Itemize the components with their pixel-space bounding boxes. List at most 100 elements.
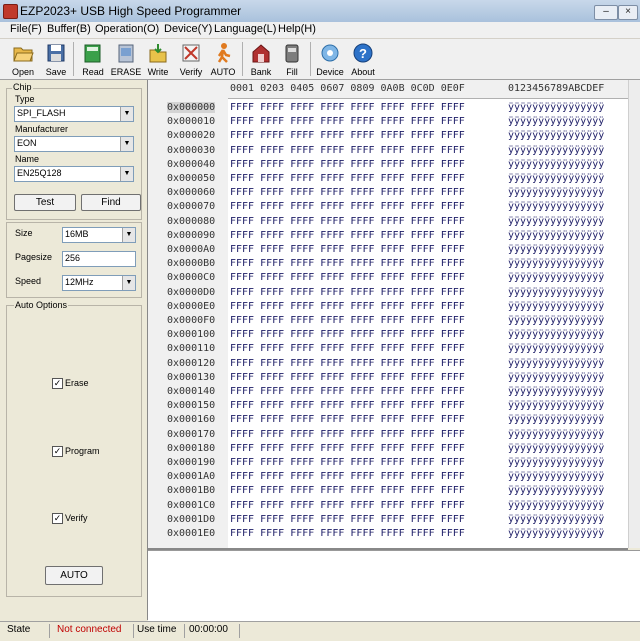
row-hex-data[interactable]: FFFF FFFF FFFF FFFF FFFF FFFF FFFF FFFF: [230, 343, 465, 354]
verify-button[interactable]: Verify: [175, 40, 207, 78]
row-ascii[interactable]: ÿÿÿÿÿÿÿÿÿÿÿÿÿÿÿÿ: [508, 457, 604, 468]
open-button[interactable]: Open: [7, 40, 39, 78]
table-row[interactable]: 0x000190 FFFF FFFF FFFF FFFF FFFF FFFF FF…: [148, 455, 628, 469]
row-ascii[interactable]: ÿÿÿÿÿÿÿÿÿÿÿÿÿÿÿÿ: [508, 500, 604, 511]
auto-button[interactable]: AUTO: [45, 566, 103, 585]
table-row[interactable]: 0x000000 FFFF FFFF FFFF FFFF FFFF FFFF FF…: [148, 100, 628, 114]
menu-file[interactable]: File(F): [10, 23, 42, 35]
hex-viewer[interactable]: 0001 0203 0405 0607 0809 0A0B 0C0D 0E0F …: [148, 80, 640, 548]
row-ascii[interactable]: ÿÿÿÿÿÿÿÿÿÿÿÿÿÿÿÿ: [508, 187, 604, 198]
row-hex-data[interactable]: FFFF FFFF FFFF FFFF FFFF FFFF FFFF FFFF: [230, 145, 465, 156]
row-ascii[interactable]: ÿÿÿÿÿÿÿÿÿÿÿÿÿÿÿÿ: [508, 429, 604, 440]
row-ascii[interactable]: ÿÿÿÿÿÿÿÿÿÿÿÿÿÿÿÿ: [508, 443, 604, 454]
row-hex-data[interactable]: FFFF FFFF FFFF FFFF FFFF FFFF FFFF FFFF: [230, 372, 465, 383]
close-icon[interactable]: ×: [618, 5, 638, 20]
erase-button[interactable]: ERASE: [110, 40, 142, 78]
row-ascii[interactable]: ÿÿÿÿÿÿÿÿÿÿÿÿÿÿÿÿ: [508, 315, 604, 326]
read-button[interactable]: Read: [78, 40, 108, 78]
write-button[interactable]: Write: [144, 40, 172, 78]
row-ascii[interactable]: ÿÿÿÿÿÿÿÿÿÿÿÿÿÿÿÿ: [508, 145, 604, 156]
row-ascii[interactable]: ÿÿÿÿÿÿÿÿÿÿÿÿÿÿÿÿ: [508, 102, 604, 113]
row-hex-data[interactable]: FFFF FFFF FFFF FFFF FFFF FFFF FFFF FFFF: [230, 329, 465, 340]
row-hex-data[interactable]: FFFF FFFF FFFF FFFF FFFF FFFF FFFF FFFF: [230, 130, 465, 141]
row-ascii[interactable]: ÿÿÿÿÿÿÿÿÿÿÿÿÿÿÿÿ: [508, 358, 604, 369]
table-row[interactable]: 0x0000F0 FFFF FFFF FFFF FFFF FFFF FFFF FF…: [148, 313, 628, 327]
table-row[interactable]: 0x0001E0 FFFF FFFF FFFF FFFF FFFF FFFF FF…: [148, 526, 628, 540]
find-button[interactable]: Find: [81, 194, 141, 211]
menu-device[interactable]: Device(Y): [164, 23, 212, 35]
table-row[interactable]: 0x000110 FFFF FFFF FFFF FFFF FFFF FFFF FF…: [148, 341, 628, 355]
row-ascii[interactable]: ÿÿÿÿÿÿÿÿÿÿÿÿÿÿÿÿ: [508, 216, 604, 227]
table-row[interactable]: 0x000180 FFFF FFFF FFFF FFFF FFFF FFFF FF…: [148, 441, 628, 455]
table-row[interactable]: 0x000100 FFFF FFFF FFFF FFFF FFFF FFFF FF…: [148, 327, 628, 341]
row-hex-data[interactable]: FFFF FFFF FFFF FFFF FFFF FFFF FFFF FFFF: [230, 116, 465, 127]
row-hex-data[interactable]: FFFF FFFF FFFF FFFF FFFF FFFF FFFF FFFF: [230, 102, 465, 113]
row-hex-data[interactable]: FFFF FFFF FFFF FFFF FFFF FFFF FFFF FFFF: [230, 287, 465, 298]
row-hex-data[interactable]: FFFF FFFF FFFF FFFF FFFF FFFF FFFF FFFF: [230, 457, 465, 468]
row-hex-data[interactable]: FFFF FFFF FFFF FFFF FFFF FFFF FFFF FFFF: [230, 528, 465, 539]
table-row[interactable]: 0x0001C0 FFFF FFFF FFFF FFFF FFFF FFFF FF…: [148, 498, 628, 512]
program-checkbox[interactable]: ✓: [52, 446, 63, 457]
row-ascii[interactable]: ÿÿÿÿÿÿÿÿÿÿÿÿÿÿÿÿ: [508, 159, 604, 170]
erase-checkbox[interactable]: ✓: [52, 378, 63, 389]
row-hex-data[interactable]: FFFF FFFF FFFF FFFF FFFF FFFF FFFF FFFF: [230, 429, 465, 440]
row-hex-data[interactable]: FFFF FFFF FFFF FFFF FFFF FFFF FFFF FFFF: [230, 272, 465, 283]
row-hex-data[interactable]: FFFF FFFF FFFF FFFF FFFF FFFF FFFF FFFF: [230, 244, 465, 255]
table-row[interactable]: 0x000010 FFFF FFFF FFFF FFFF FFFF FFFF FF…: [148, 114, 628, 128]
row-hex-data[interactable]: FFFF FFFF FFFF FFFF FFFF FFFF FFFF FFFF: [230, 230, 465, 241]
row-hex-data[interactable]: FFFF FFFF FFFF FFFF FFFF FFFF FFFF FFFF: [230, 400, 465, 411]
row-hex-data[interactable]: FFFF FFFF FFFF FFFF FFFF FFFF FFFF FFFF: [230, 443, 465, 454]
verify-checkbox[interactable]: ✓: [52, 513, 63, 524]
row-hex-data[interactable]: FFFF FFFF FFFF FFFF FFFF FFFF FFFF FFFF: [230, 500, 465, 511]
row-ascii[interactable]: ÿÿÿÿÿÿÿÿÿÿÿÿÿÿÿÿ: [508, 287, 604, 298]
menu-help[interactable]: Help(H): [278, 23, 316, 35]
row-ascii[interactable]: ÿÿÿÿÿÿÿÿÿÿÿÿÿÿÿÿ: [508, 130, 604, 141]
table-row[interactable]: 0x0001D0 FFFF FFFF FFFF FFFF FFFF FFFF FF…: [148, 512, 628, 526]
table-row[interactable]: 0x000050 FFFF FFFF FFFF FFFF FFFF FFFF FF…: [148, 171, 628, 185]
save-button[interactable]: Save: [42, 40, 70, 78]
row-hex-data[interactable]: FFFF FFFF FFFF FFFF FFFF FFFF FFFF FFFF: [230, 358, 465, 369]
auto-toolbar-button[interactable]: AUTO: [208, 40, 238, 78]
name-select[interactable]: EN25Q128 ▼: [14, 166, 134, 182]
table-row[interactable]: 0x000150 FFFF FFFF FFFF FFFF FFFF FFFF FF…: [148, 398, 628, 412]
table-row[interactable]: 0x000130 FFFF FFFF FFFF FFFF FFFF FFFF FF…: [148, 370, 628, 384]
row-ascii[interactable]: ÿÿÿÿÿÿÿÿÿÿÿÿÿÿÿÿ: [508, 514, 604, 525]
table-row[interactable]: 0x000140 FFFF FFFF FFFF FFFF FFFF FFFF FF…: [148, 384, 628, 398]
row-hex-data[interactable]: FFFF FFFF FFFF FFFF FFFF FFFF FFFF FFFF: [230, 514, 465, 525]
pagesize-field[interactable]: 256: [62, 251, 136, 267]
fill-button[interactable]: Fill: [278, 40, 306, 78]
menu-language[interactable]: Language(L): [214, 23, 276, 35]
table-row[interactable]: 0x0000C0 FFFF FFFF FFFF FFFF FFFF FFFF FF…: [148, 270, 628, 284]
row-hex-data[interactable]: FFFF FFFF FFFF FFFF FFFF FFFF FFFF FFFF: [230, 485, 465, 496]
row-hex-data[interactable]: FFFF FFFF FFFF FFFF FFFF FFFF FFFF FFFF: [230, 216, 465, 227]
test-button[interactable]: Test: [14, 194, 76, 211]
row-ascii[interactable]: ÿÿÿÿÿÿÿÿÿÿÿÿÿÿÿÿ: [508, 372, 604, 383]
table-row[interactable]: 0x0000E0 FFFF FFFF FFFF FFFF FFFF FFFF FF…: [148, 299, 628, 313]
row-ascii[interactable]: ÿÿÿÿÿÿÿÿÿÿÿÿÿÿÿÿ: [508, 528, 604, 539]
row-hex-data[interactable]: FFFF FFFF FFFF FFFF FFFF FFFF FFFF FFFF: [230, 173, 465, 184]
table-row[interactable]: 0x0001B0 FFFF FFFF FFFF FFFF FFFF FFFF FF…: [148, 483, 628, 497]
speed-select[interactable]: 12MHz ▼: [62, 275, 136, 291]
row-hex-data[interactable]: FFFF FFFF FFFF FFFF FFFF FFFF FFFF FFFF: [230, 187, 465, 198]
row-ascii[interactable]: ÿÿÿÿÿÿÿÿÿÿÿÿÿÿÿÿ: [508, 272, 604, 283]
table-row[interactable]: 0x000170 FFFF FFFF FFFF FFFF FFFF FFFF FF…: [148, 427, 628, 441]
table-row[interactable]: 0x000030 FFFF FFFF FFFF FFFF FFFF FFFF FF…: [148, 143, 628, 157]
table-row[interactable]: 0x000080 FFFF FFFF FFFF FFFF FFFF FFFF FF…: [148, 214, 628, 228]
row-ascii[interactable]: ÿÿÿÿÿÿÿÿÿÿÿÿÿÿÿÿ: [508, 400, 604, 411]
row-hex-data[interactable]: FFFF FFFF FFFF FFFF FFFF FFFF FFFF FFFF: [230, 301, 465, 312]
table-row[interactable]: 0x000120 FFFF FFFF FFFF FFFF FFFF FFFF FF…: [148, 356, 628, 370]
row-hex-data[interactable]: FFFF FFFF FFFF FFFF FFFF FFFF FFFF FFFF: [230, 315, 465, 326]
row-ascii[interactable]: ÿÿÿÿÿÿÿÿÿÿÿÿÿÿÿÿ: [508, 414, 604, 425]
row-hex-data[interactable]: FFFF FFFF FFFF FFFF FFFF FFFF FFFF FFFF: [230, 471, 465, 482]
table-row[interactable]: 0x000060 FFFF FFFF FFFF FFFF FFFF FFFF FF…: [148, 185, 628, 199]
row-ascii[interactable]: ÿÿÿÿÿÿÿÿÿÿÿÿÿÿÿÿ: [508, 230, 604, 241]
row-ascii[interactable]: ÿÿÿÿÿÿÿÿÿÿÿÿÿÿÿÿ: [508, 244, 604, 255]
table-row[interactable]: 0x000040 FFFF FFFF FFFF FFFF FFFF FFFF FF…: [148, 157, 628, 171]
row-ascii[interactable]: ÿÿÿÿÿÿÿÿÿÿÿÿÿÿÿÿ: [508, 329, 604, 340]
about-button[interactable]: ? About: [348, 40, 378, 78]
row-hex-data[interactable]: FFFF FFFF FFFF FFFF FFFF FFFF FFFF FFFF: [230, 386, 465, 397]
row-hex-data[interactable]: FFFF FFFF FFFF FFFF FFFF FFFF FFFF FFFF: [230, 201, 465, 212]
table-row[interactable]: 0x0001A0 FFFF FFFF FFFF FFFF FFFF FFFF FF…: [148, 469, 628, 483]
row-ascii[interactable]: ÿÿÿÿÿÿÿÿÿÿÿÿÿÿÿÿ: [508, 116, 604, 127]
bank-button[interactable]: Bank: [246, 40, 276, 78]
